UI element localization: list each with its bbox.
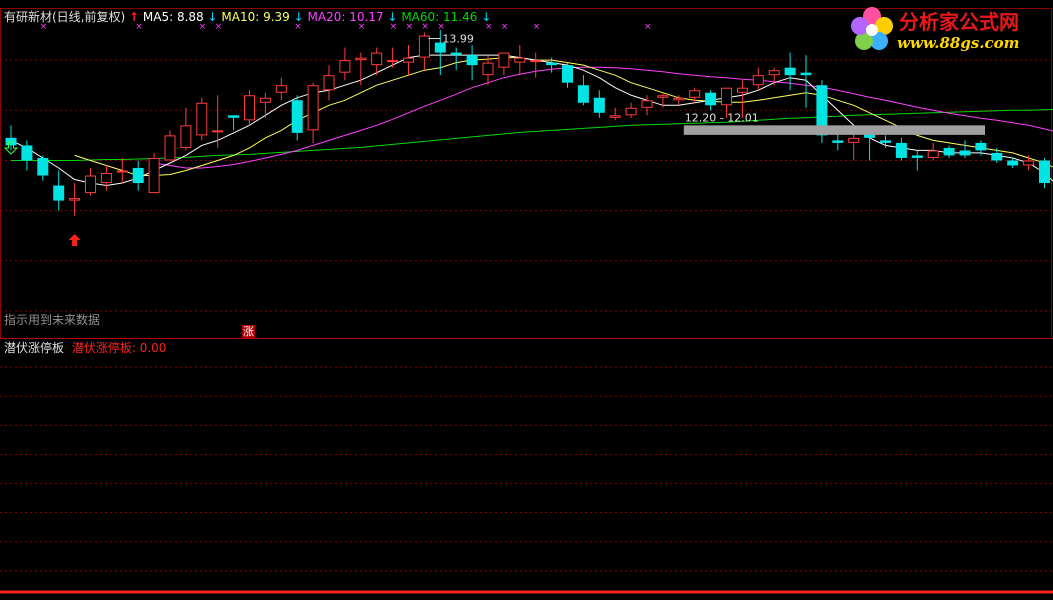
down-arrow-icon: ↓ (387, 10, 398, 24)
candle-body-up (514, 57, 526, 63)
candle-body-up (482, 62, 494, 76)
candle-body-up (498, 52, 510, 68)
candle-body-up (180, 125, 192, 148)
candle-body-up (100, 173, 112, 184)
candle-body-down (53, 185, 65, 201)
logo-name: 分析家公式网 (899, 10, 1019, 34)
flower-logo-icon (851, 7, 893, 50)
candle-body-down (291, 100, 303, 133)
sub-panel-value: 潜伏涨停板: 0.00 (71, 341, 167, 355)
candle-body-up (657, 95, 669, 98)
down-arrow-icon: ↓ (207, 10, 218, 24)
down-arrow-icon: ↓ (481, 10, 492, 24)
candle-body-up (641, 100, 653, 108)
ma60-label: MA60: 11.46 (401, 10, 478, 24)
candle-body-up (259, 97, 271, 103)
candle-body-up (85, 175, 96, 194)
sub-panel-title: 潜伏涨停板 (4, 341, 65, 355)
candle-body-down (895, 142, 907, 158)
main-panel-title-row: 有研新材(日线,前复权) ↑ MA5: 8.88 ↓ MA10: 9.39 ↓ … (4, 10, 491, 24)
candle-body-up (196, 102, 208, 136)
high-price-label: 13.99 (442, 33, 474, 46)
candle-body-up (164, 135, 176, 161)
site-logo: 分析家公式网 www.88gs.com (847, 4, 1047, 54)
candle-body-up (403, 57, 414, 63)
ma5-label: MA5: 8.88 (142, 10, 204, 24)
zhang-badge: 涨 (242, 325, 255, 339)
future-data-note: 指示用到未来数据 (4, 313, 101, 327)
candle-body-down (705, 92, 717, 106)
candle-body-down (975, 142, 987, 151)
cross-marker: × (533, 22, 541, 32)
resistance-band (683, 125, 985, 135)
logo-url: www.88gs.com (897, 34, 1020, 52)
cross-marker: × (501, 22, 509, 32)
candle-body-down (466, 55, 478, 66)
candle-body-up (148, 157, 160, 194)
ma5-line (10, 54, 1053, 187)
candle-body-up (339, 60, 351, 73)
candle-body-down (21, 145, 33, 161)
up-arrow-icon: ↑ (129, 10, 140, 24)
candle-body-up (212, 130, 224, 133)
candle-body-up (721, 87, 732, 106)
candle-body-down (450, 52, 462, 56)
candle-body-down (911, 155, 923, 158)
candle-body-up (625, 107, 637, 116)
moving-average-lines (10, 54, 1053, 187)
grid-lines (0, 8, 1053, 572)
candle-body-up (116, 170, 128, 173)
candle-body-down (800, 72, 812, 76)
candle-body-up (69, 198, 81, 201)
candle-body-up (927, 150, 939, 158)
candle-body-down (546, 62, 558, 66)
candle-body-up (609, 115, 621, 118)
candle-body-down (37, 157, 49, 176)
candle-body-up (1023, 160, 1035, 166)
candle-body-down (1039, 160, 1050, 184)
candle-body-up (418, 35, 430, 58)
range-label: 12.20 - 12.01 (685, 111, 759, 124)
signal-line (0, 590, 1053, 594)
candle-body-up (848, 137, 860, 143)
stock-title: 有研新材(日线,前复权) (4, 10, 126, 24)
sub-indicator-line (0, 590, 1053, 594)
candle-body-down (784, 67, 796, 76)
candle-body-down (943, 147, 955, 156)
candle-body-down (562, 65, 573, 83)
candle-body-up (371, 52, 383, 66)
ma20-label: MA20: 10.17 (307, 10, 384, 24)
ma10-line (74, 57, 1053, 176)
candle-body-up (307, 85, 319, 131)
candle-body-up (355, 57, 367, 61)
candle-body-down (132, 167, 144, 184)
candle-body-up (530, 60, 542, 63)
ma10-label: MA10: 9.39 (221, 10, 290, 24)
candle-body-down (1007, 160, 1019, 166)
candle-body-up (768, 70, 780, 76)
annotations: 13.998.4412.20 - 12.01×××××××××××××× (3, 22, 985, 246)
candle-body-up (323, 75, 335, 91)
down-arrow-icon: ↓ (293, 10, 304, 24)
candle-body-up (244, 95, 255, 121)
stock-chart[interactable]: 13.998.4412.20 - 12.01×××××××××××××× (0, 0, 1053, 600)
candle-body-up (387, 60, 399, 63)
candle-body-up (673, 97, 685, 101)
candle-body-up (275, 85, 287, 93)
candle-body-down (991, 152, 1003, 161)
candle-body-down (593, 97, 605, 113)
cross-marker: × (644, 22, 652, 32)
candle-body-down (880, 140, 891, 143)
candle-body-down (577, 85, 589, 103)
candle-body-down (832, 140, 844, 143)
candle-body-up (752, 75, 764, 86)
candle-body-up (736, 87, 748, 93)
sub-panel-title-row: 潜伏涨停板 潜伏涨停板: 0.00 (4, 341, 166, 355)
candle-body-down (959, 150, 971, 156)
candle-body-down (228, 115, 240, 118)
buy-signal-arrow-icon (68, 234, 81, 246)
candle-body-up (689, 90, 701, 98)
